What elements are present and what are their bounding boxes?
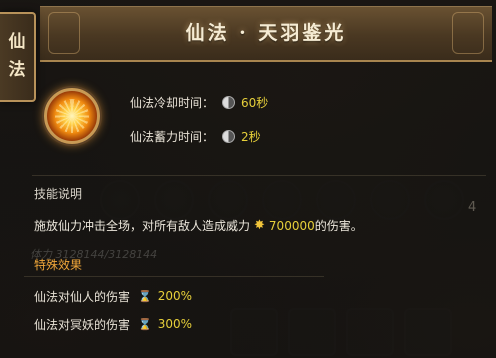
skill-title: 仙法 · 天羽鉴光 (185, 22, 347, 44)
effect-label: 仙法对冥妖的伤害 (34, 317, 131, 332)
description-heading: 技能说明 (34, 187, 83, 201)
skill-description: 施放仙力冲击全场，对所有敌人造成威力 ✸ 700000 的伤害。 (34, 217, 363, 234)
cooldown-row: 仙法冷却时间： 60秒 (130, 92, 268, 112)
tooltip-header: 仙法 · 天羽鉴光 (40, 6, 492, 62)
description-text-before: 施放仙力冲击全场，对所有敌人造成威力 (34, 219, 251, 233)
tab-xianfa-label: 仙法 (8, 32, 26, 80)
tab-xianfa[interactable]: 仙法 (0, 12, 36, 102)
hourglass-icon: ⌛ (138, 317, 152, 331)
faded-count: 4 (468, 200, 477, 215)
effect-value: 200% (157, 289, 193, 303)
effect-row: 仙法对仙人的伤害 ⌛ 200% (34, 286, 192, 306)
divider (32, 175, 486, 176)
effect-label: 仙法对仙人的伤害 (34, 289, 131, 304)
golden-sun-burst-icon (44, 88, 100, 144)
skill-tooltip-panel: 体力 3128144/3128144 4 仙法 · 天羽鉴光 仙法 仙法冷却时间… (0, 0, 496, 358)
cooldown-value: 60秒 (241, 95, 269, 110)
power-value: 700000 (268, 218, 315, 233)
clock-icon (222, 95, 236, 109)
sun-icon: ✸ (254, 218, 265, 233)
special-effects-heading: 特殊效果 (34, 258, 83, 272)
effect-row: 仙法对冥妖的伤害 ⌛ 300% (34, 314, 192, 334)
cooldown-label: 仙法冷却时间： (130, 95, 215, 110)
description-text-after: 的伤害。 (314, 219, 363, 233)
charge-label: 仙法蓄力时间： (130, 129, 215, 144)
clock-icon (222, 129, 236, 143)
hourglass-icon: ⌛ (138, 289, 152, 303)
effect-value: 300% (157, 317, 193, 331)
charge-row: 仙法蓄力时间： 2秒 (130, 126, 261, 146)
charge-value: 2秒 (241, 129, 261, 144)
special-divider (24, 276, 324, 277)
